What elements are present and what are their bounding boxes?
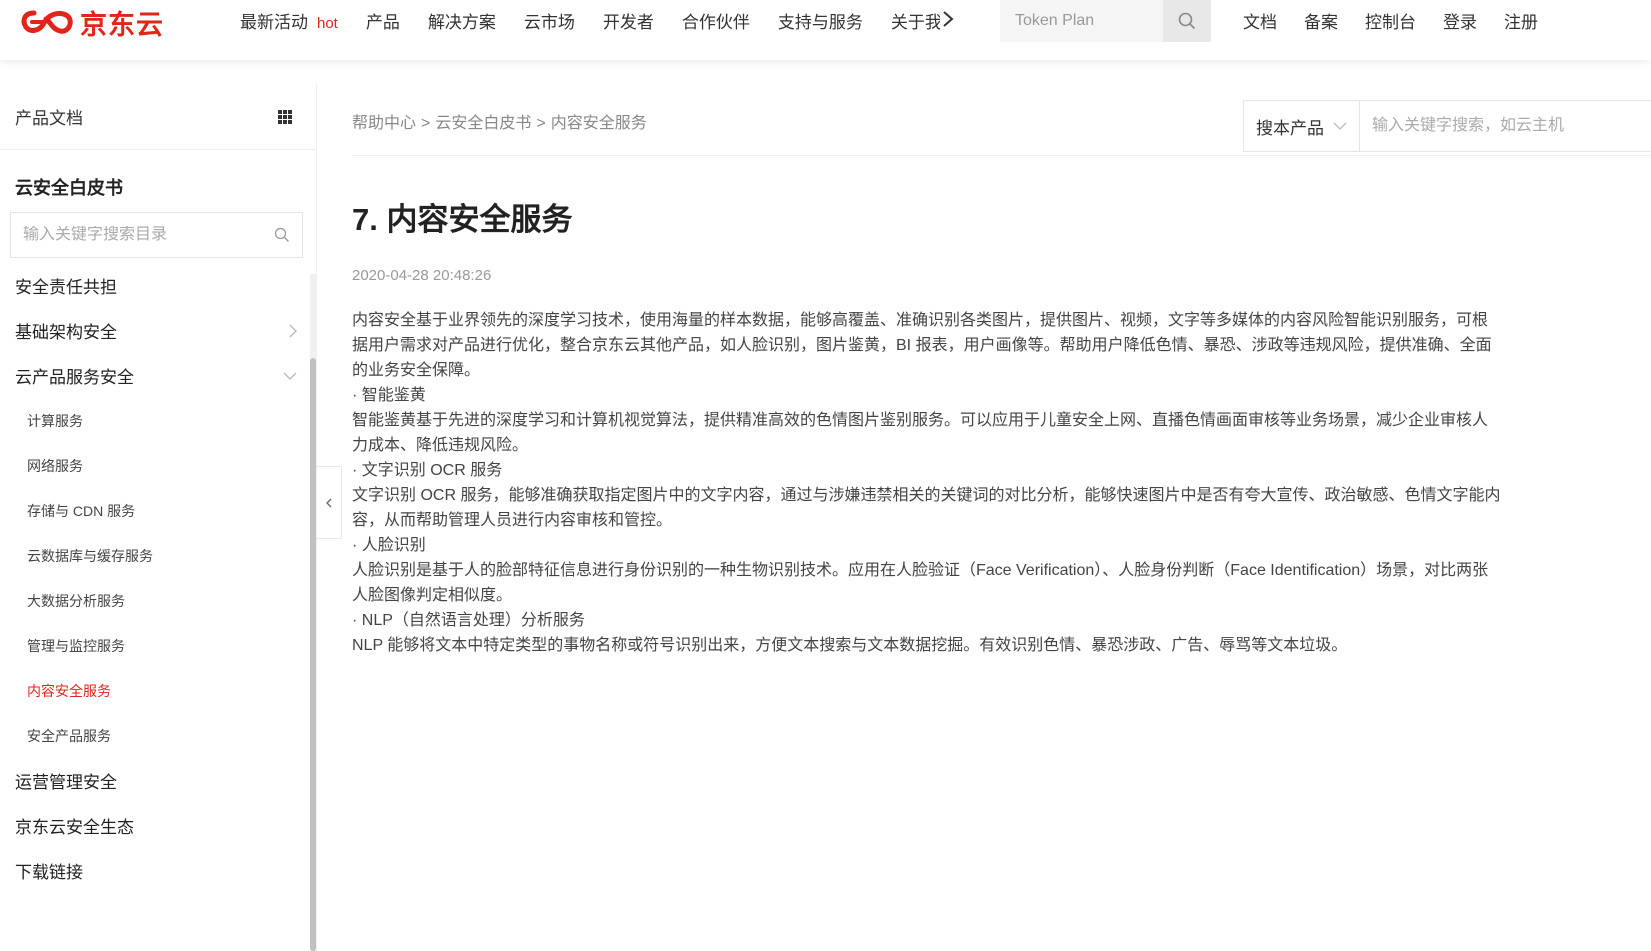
sidebar-subitem-database-cache[interactable]: 云数据库与缓存服务 xyxy=(0,533,316,578)
top-navbar: 京东云 最新活动 hot 产品 解决方案 云市场 开发者 合作伙伴 支持与服务 关… xyxy=(0,0,1651,60)
nav-item-label: 最新活动 xyxy=(240,12,308,32)
nav-item-latest-events[interactable]: 最新活动 hot xyxy=(240,8,338,33)
nav-item-solutions[interactable]: 解决方案 xyxy=(428,8,496,33)
top-search-box xyxy=(1000,0,1211,42)
sidebar-subitem-security-products[interactable]: 安全产品服务 xyxy=(0,713,316,758)
paragraph: 内容安全基于业界领先的深度学习技术，使用海量的样本数据，能够高覆盖、准确识别各类… xyxy=(352,312,1492,379)
link-register[interactable]: 注册 xyxy=(1504,8,1538,33)
doc-main: 帮助中心>云安全白皮书>内容安全服务 搜本产品 7. 内容安全服务 2020-0… xyxy=(352,84,1651,658)
sidebar-subitem-network[interactable]: 网络服务 xyxy=(0,443,316,488)
sidebar-item-label: 安全责任共担 xyxy=(15,278,117,297)
nav-item-about[interactable]: 关于我 xyxy=(891,8,940,33)
search-icon[interactable] xyxy=(274,227,290,243)
top-right-links: 文档 备案 控制台 登录 注册 xyxy=(1243,0,1565,40)
sidebar-item-cloud-product-security[interactable]: 云产品服务安全 xyxy=(0,353,316,398)
sidebar-scrollbar-thumb[interactable] xyxy=(310,358,316,951)
breadcrumb-whitepaper[interactable]: 云安全白皮书 xyxy=(435,115,531,132)
doc-sidebar: 产品文档 云安全白皮书 安全责任共担 基础架构安全 云产品服务安全 计算服务 网… xyxy=(0,84,317,951)
sidebar-item-label: 基础架构安全 xyxy=(15,323,117,342)
chevron-left-icon xyxy=(326,498,332,507)
sidebar-header-title: 产品文档 xyxy=(15,109,83,128)
product-scope-select[interactable]: 搜本产品 xyxy=(1244,101,1360,151)
sidebar-item-security-ecosystem[interactable]: 京东云安全生态 xyxy=(0,803,316,848)
top-search-input[interactable] xyxy=(1000,0,1163,42)
sidebar-item-shared-responsibility[interactable]: 安全责任共担 xyxy=(0,263,316,308)
link-login[interactable]: 登录 xyxy=(1443,8,1477,33)
logo[interactable]: 京东云 xyxy=(20,2,164,42)
grid-menu-icon[interactable] xyxy=(278,109,292,124)
product-search-input[interactable] xyxy=(1360,101,1650,151)
book-title: 云安全白皮书 xyxy=(15,178,123,198)
search-icon xyxy=(1178,12,1196,30)
chevron-right-icon xyxy=(289,324,297,337)
chevron-right-icon[interactable] xyxy=(940,9,956,29)
publish-date: 2020-04-28 20:48:26 xyxy=(352,267,492,284)
sidebar-tree: 安全责任共担 基础架构安全 云产品服务安全 计算服务 网络服务 存储与 CDN … xyxy=(0,263,316,893)
sidebar-subitem-storage-cdn[interactable]: 存储与 CDN 服务 xyxy=(0,488,316,533)
sidebar-search-box xyxy=(10,212,303,258)
paragraph: NLP 能够将文本中特定类型的事物名称或符号识别出来，方便文本搜索与文本数据挖掘… xyxy=(352,637,1348,654)
product-scope-label: 搜本产品 xyxy=(1256,118,1324,138)
main-nav: 最新活动 hot 产品 解决方案 云市场 开发者 合作伙伴 支持与服务 关于我 xyxy=(240,0,944,40)
sidebar-item-label: 下载链接 xyxy=(15,863,83,882)
sidebar-search-input[interactable] xyxy=(23,226,253,244)
nav-item-products[interactable]: 产品 xyxy=(366,8,400,33)
sidebar-subitem-content-security[interactable]: 内容安全服务 xyxy=(0,668,316,713)
sidebar-item-label: 京东云安全生态 xyxy=(15,818,134,837)
jdcloud-logo-icon xyxy=(21,10,73,34)
section-bullet: · 智能鉴黄 xyxy=(352,387,426,404)
chevron-down-icon xyxy=(1333,122,1347,130)
top-search-button[interactable] xyxy=(1163,0,1211,42)
product-search-box: 搜本产品 xyxy=(1243,100,1651,152)
breadcrumb-separator: > xyxy=(536,115,546,132)
page-title: 7. 内容安全服务 xyxy=(352,202,573,237)
chevron-down-icon xyxy=(283,372,297,380)
logo-text: 京东云 xyxy=(80,9,164,40)
hot-badge: hot xyxy=(317,14,338,32)
sidebar-subitem-bigdata[interactable]: 大数据分析服务 xyxy=(0,578,316,623)
sidebar-header: 产品文档 xyxy=(0,84,316,150)
breadcrumb-current: 内容安全服务 xyxy=(550,115,647,132)
sidebar-subitem-management-monitoring[interactable]: 管理与监控服务 xyxy=(0,623,316,668)
link-filing[interactable]: 备案 xyxy=(1304,8,1338,33)
nav-item-partners[interactable]: 合作伙伴 xyxy=(682,8,750,33)
sidebar-subitem-compute[interactable]: 计算服务 xyxy=(0,398,316,443)
sidebar-item-download-links[interactable]: 下载链接 xyxy=(0,848,316,893)
nav-item-support[interactable]: 支持与服务 xyxy=(778,8,863,33)
paragraph: 智能鉴黄基于先进的深度学习和计算机视觉算法，提供精准高效的色情图片鉴别服务。可以… xyxy=(352,412,1489,454)
content-header: 帮助中心 > 云安全白皮书 > 内容安全服务 搜本产品 xyxy=(352,84,1651,156)
sidebar-item-label: 云产品服务安全 xyxy=(15,368,134,387)
section-bullet: · NLP（自然语言处理）分析服务 xyxy=(352,612,585,629)
sidebar-collapse-button[interactable] xyxy=(317,466,342,539)
sidebar-item-infrastructure-security[interactable]: 基础架构安全 xyxy=(0,308,316,353)
nav-item-marketplace[interactable]: 云市场 xyxy=(524,8,575,33)
article-body: 内容安全基于业界领先的深度学习技术，使用海量的样本数据，能够高覆盖、准确识别各类… xyxy=(352,308,1502,658)
paragraph: 人脸识别是基于人的脸部特征信息进行身份识别的一种生物识别技术。应用在人脸验证（F… xyxy=(352,562,1489,604)
sidebar-item-label: 运营管理安全 xyxy=(15,773,117,792)
paragraph: 文字识别 OCR 服务，能够准确获取指定图片中的文字内容，通过与涉嫌违禁相关的关… xyxy=(352,487,1501,529)
section-bullet: · 人脸识别 xyxy=(352,537,426,554)
link-console[interactable]: 控制台 xyxy=(1365,8,1416,33)
nav-item-developers[interactable]: 开发者 xyxy=(603,8,654,33)
sidebar-item-operations-security[interactable]: 运营管理安全 xyxy=(0,758,316,803)
section-bullet: · 文字识别 OCR 服务 xyxy=(352,462,503,479)
breadcrumb-help-center[interactable]: 帮助中心 xyxy=(352,115,416,132)
link-docs[interactable]: 文档 xyxy=(1243,8,1277,33)
breadcrumb: 帮助中心 > 云安全白皮书 > 内容安全服务 xyxy=(352,109,647,133)
breadcrumb-separator: > xyxy=(421,115,431,132)
